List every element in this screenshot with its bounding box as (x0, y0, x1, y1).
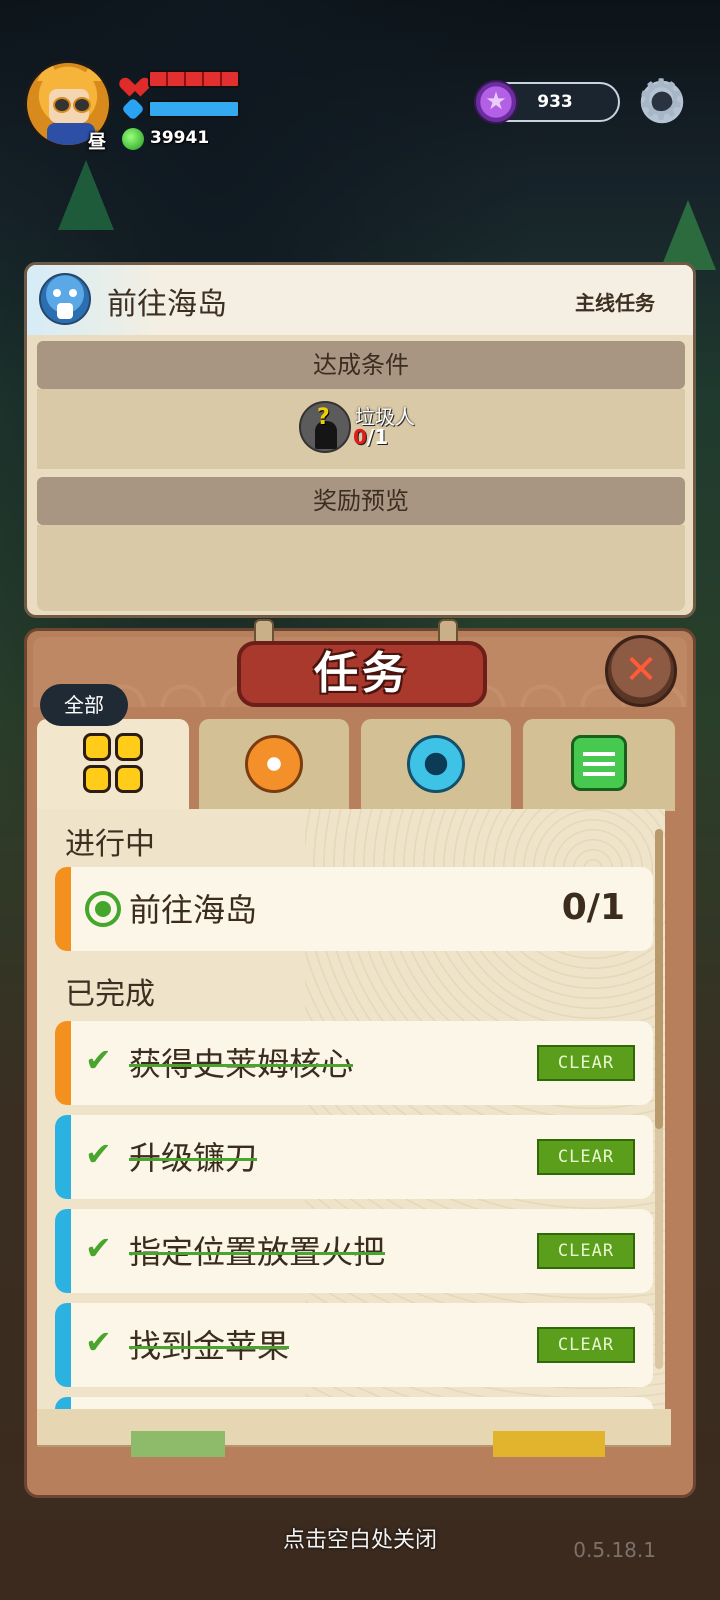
task-name: 找到金苹果 (129, 1327, 290, 1365)
premium-currency-amount: 933 (537, 92, 573, 112)
tab-npc-quests[interactable] (361, 719, 511, 811)
daily-list-icon (571, 735, 627, 791)
task-name: 指定位置放置火把 (129, 1233, 386, 1271)
task-progress: 0/1 (561, 887, 625, 928)
task-card-completed[interactable]: ✔ 指定位置放置火把 CLEAR (55, 1209, 653, 1293)
avatar-ear (81, 63, 105, 81)
version-label: 0.5.18.1 (573, 1538, 656, 1562)
avatar-goggle (53, 97, 71, 113)
checkmark-icon: ✔ (85, 1135, 112, 1173)
close-button[interactable]: ✕ (605, 635, 677, 707)
in-progress-heading: 进行中 (65, 827, 155, 862)
task-accent-stripe (55, 1397, 71, 1409)
task-card-completed[interactable]: ✔ 找到金苹果 CLEAR (55, 1303, 653, 1387)
task-accent-stripe (55, 1303, 71, 1387)
day-indicator: 昼 (88, 132, 106, 153)
mana-bar (148, 100, 240, 118)
in-progress-radio-icon (85, 891, 121, 927)
tree-decoration (660, 200, 716, 270)
task-panel-title-text: 任务 (314, 648, 410, 699)
task-card-completed[interactable]: ✔ 获得史莱姆核心 CLEAR (55, 1021, 653, 1105)
checkmark-icon: ✔ (85, 1229, 112, 1267)
tab-main-quests[interactable] (199, 719, 349, 811)
clear-badge: CLEAR (537, 1327, 635, 1363)
task-card-partial[interactable] (55, 1397, 653, 1409)
npc-quest-icon (407, 735, 465, 793)
tree-decoration (58, 160, 114, 230)
rewards-header: 奖励预览 (37, 477, 685, 525)
heart-icon (122, 68, 144, 90)
conditions-header: 达成条件 (37, 341, 685, 389)
task-card-in-progress[interactable]: 前往海岛 0/1 (55, 867, 653, 951)
rewards-body (37, 525, 685, 611)
checkmark-icon: ✔ (85, 1041, 112, 1079)
task-panel: 任务 ✕ 进行中 前往海岛 0/1 已完成 ✔ 获得史莱姆核心 CLEAR ✔ … (24, 619, 696, 1498)
task-name: 获得史莱姆核心 (129, 1045, 354, 1083)
conditions-body: ? 垃圾人 0/1 (37, 389, 685, 469)
clear-badge: CLEAR (537, 1233, 635, 1269)
avatar-ear (37, 63, 61, 81)
gold-coin-icon (122, 128, 144, 150)
quest-detail-title: 前往海岛 (107, 287, 227, 322)
quest-detail-header: 前往海岛 主线任务 (27, 265, 693, 335)
tab-daily-quests[interactable] (523, 719, 675, 811)
unknown-enemy-icon: ? (299, 401, 351, 453)
tab-all[interactable] (37, 719, 189, 811)
completed-heading: 已完成 (65, 977, 155, 1012)
settings-gear-icon[interactable] (636, 68, 686, 133)
condition-progress-current: 0 (353, 425, 367, 449)
health-bar (148, 70, 240, 88)
condition-progress-total: /1 (366, 425, 389, 449)
quest-giver-icon (39, 273, 91, 325)
task-name: 升级镰刀 (129, 1139, 258, 1177)
task-list[interactable]: 进行中 前往海岛 0/1 已完成 ✔ 获得史莱姆核心 CLEAR ✔ 升级镰刀 … (37, 809, 665, 1409)
task-card-completed[interactable]: ✔ 升级镰刀 CLEAR (55, 1115, 653, 1199)
gold-amount: 39941 (150, 128, 210, 148)
main-quest-icon (245, 735, 303, 793)
condition-progress: 0/1 (353, 425, 388, 449)
task-accent-stripe (55, 867, 71, 951)
all-tasks-icon (83, 733, 145, 795)
star-gem-icon: ★ (474, 80, 518, 124)
question-mark-icon: ? (317, 405, 330, 430)
task-accent-stripe (55, 1209, 71, 1293)
scrollbar-thumb[interactable] (655, 829, 663, 1129)
clear-badge: CLEAR (537, 1139, 635, 1175)
task-accent-stripe (55, 1021, 71, 1105)
task-panel-title: 任务 (237, 641, 487, 707)
checkmark-icon: ✔ (85, 1323, 112, 1361)
active-tab-label: 全部 (40, 684, 128, 726)
quest-type-label: 主线任务 (575, 291, 655, 315)
task-name: 前往海岛 (129, 891, 258, 929)
bookmark-ribbon (131, 1431, 225, 1457)
clear-badge: CLEAR (537, 1045, 635, 1081)
task-list-scrollbar[interactable] (655, 829, 663, 1369)
avatar-goggle (73, 97, 91, 113)
task-accent-stripe (55, 1115, 71, 1199)
bookmark-ribbon (493, 1431, 605, 1457)
quest-detail-panel: 前往海岛 主线任务 达成条件 ? 垃圾人 0/1 奖励预览 (24, 262, 696, 618)
